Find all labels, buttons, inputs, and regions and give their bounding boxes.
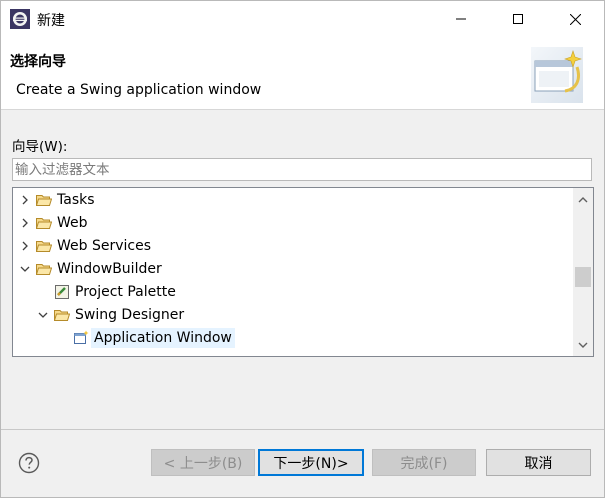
wizard-header: 选择向导 Create a Swing application window bbox=[1, 37, 604, 110]
folder-icon bbox=[36, 192, 53, 208]
window-title: 新建 bbox=[37, 13, 65, 29]
title-bar: 新建 bbox=[1, 1, 604, 37]
tree-item-label: Web Services bbox=[57, 238, 152, 254]
new-wizard-dialog: 新建 选择向导 Create a Swing application windo… bbox=[0, 0, 605, 498]
tree-item-project-palette[interactable]: Project Palette bbox=[54, 281, 176, 303]
tree-item-tasks[interactable]: Tasks bbox=[17, 189, 95, 211]
chevron-up-icon bbox=[578, 196, 588, 202]
palette-icon bbox=[54, 284, 71, 300]
tree-item-web[interactable]: Web bbox=[17, 212, 88, 234]
scroll-up-button[interactable] bbox=[573, 190, 593, 208]
wizard-tree[interactable]: Tasks Web Web Services WindowBuilder Pro… bbox=[12, 187, 594, 357]
folder-icon bbox=[36, 215, 53, 231]
scroll-thumb[interactable] bbox=[575, 267, 591, 287]
minimize-button[interactable] bbox=[438, 1, 484, 37]
tree-item-application-window[interactable]: Application Window bbox=[73, 327, 235, 349]
folder-icon bbox=[36, 238, 53, 254]
vertical-scrollbar[interactable] bbox=[573, 188, 593, 356]
help-icon[interactable] bbox=[18, 452, 40, 474]
maximize-icon bbox=[513, 14, 523, 24]
folder-open-icon bbox=[36, 261, 53, 277]
chevron-down-icon bbox=[578, 342, 588, 348]
application-window-icon bbox=[73, 330, 90, 346]
new-window-wizard-icon bbox=[531, 47, 583, 103]
scroll-down-button[interactable] bbox=[573, 336, 593, 354]
wizards-label: 向导(W): bbox=[12, 139, 68, 155]
eclipse-icon bbox=[10, 9, 30, 29]
cancel-button[interactable]: 取消 bbox=[486, 449, 591, 476]
tree-item-windowbuilder[interactable]: WindowBuilder bbox=[17, 258, 162, 280]
folder-open-icon bbox=[54, 307, 71, 323]
chevron-right-icon[interactable] bbox=[17, 235, 33, 257]
tree-item-label: Tasks bbox=[57, 192, 95, 208]
tree-item-label: WindowBuilder bbox=[57, 261, 162, 277]
chevron-right-icon[interactable] bbox=[17, 212, 33, 234]
maximize-button[interactable] bbox=[495, 1, 541, 37]
next-button[interactable]: 下一步(N)> bbox=[258, 449, 364, 476]
tree-item-label: Application Window bbox=[91, 328, 235, 348]
tree-item-label: Web bbox=[57, 215, 88, 231]
close-button[interactable] bbox=[552, 1, 598, 37]
tree-item-label: Swing Designer bbox=[75, 307, 185, 323]
tree-item-web-services[interactable]: Web Services bbox=[17, 235, 151, 257]
footer-separator bbox=[1, 429, 604, 430]
minimize-icon bbox=[456, 18, 466, 20]
finish-button[interactable]: 完成(F) bbox=[372, 449, 476, 476]
chevron-down-icon[interactable] bbox=[17, 258, 33, 280]
tree-item-swing-designer[interactable]: Swing Designer bbox=[35, 304, 184, 326]
chevron-right-icon[interactable] bbox=[17, 189, 33, 211]
back-button[interactable]: < 上一步(B) bbox=[151, 449, 255, 476]
page-description: Create a Swing application window bbox=[16, 82, 262, 98]
close-icon bbox=[569, 13, 581, 25]
tree-item-label: Project Palette bbox=[75, 284, 176, 300]
filter-input[interactable] bbox=[12, 158, 592, 181]
page-title: 选择向导 bbox=[10, 54, 66, 70]
chevron-down-icon[interactable] bbox=[35, 304, 51, 326]
